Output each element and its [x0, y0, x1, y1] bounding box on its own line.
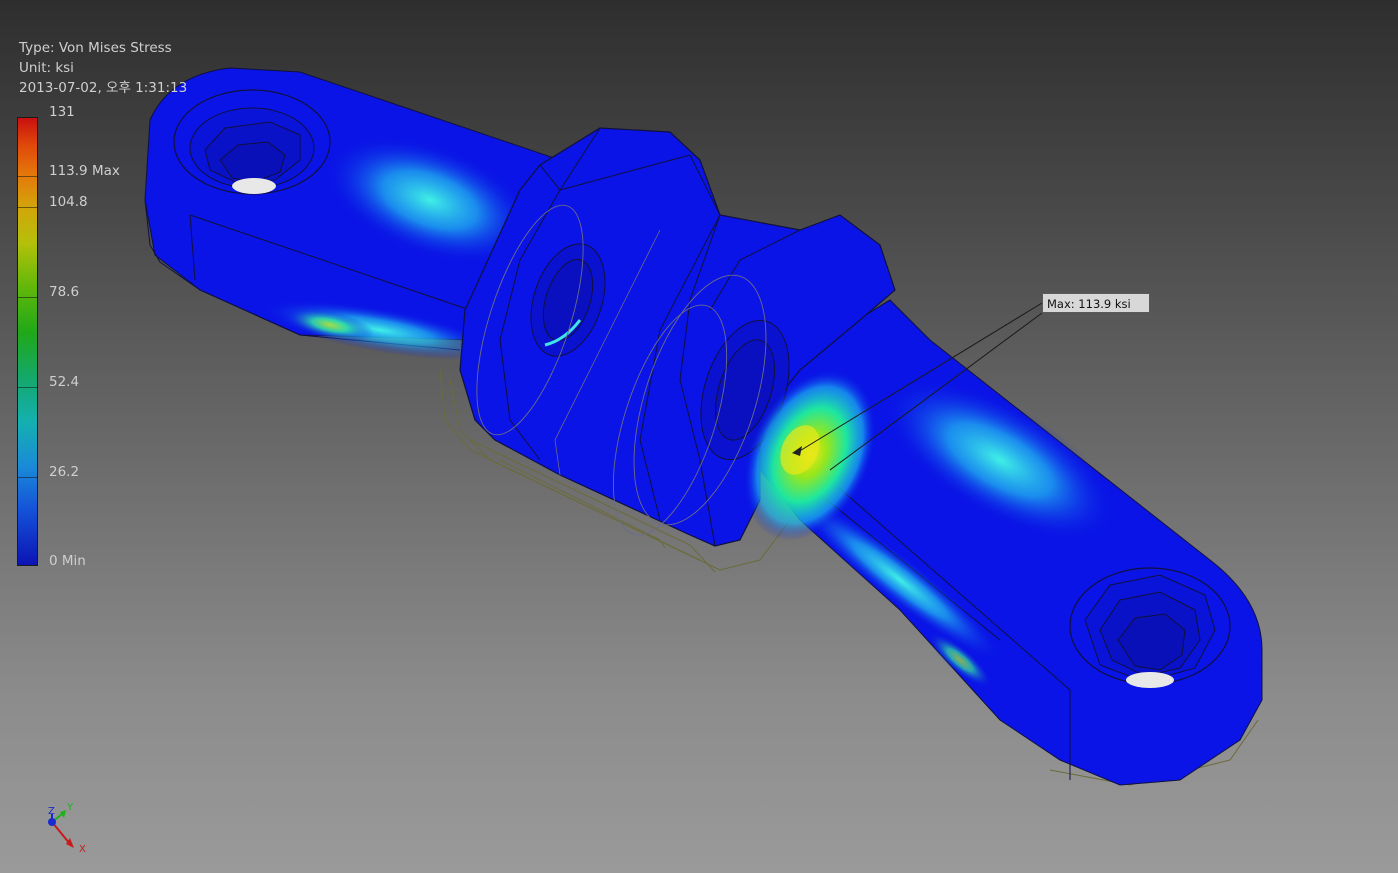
- stress-color-legend: [17, 117, 38, 566]
- result-date-label: 2013-07-02, 오후 1:31:13: [19, 80, 188, 96]
- legend-label: 52.4: [49, 374, 80, 390]
- x-axis-label: X: [79, 844, 86, 855]
- max-stress-callout[interactable]: Max: 113.9 ksi: [1042, 293, 1150, 313]
- legend-tick: [17, 297, 38, 298]
- legend-tick: [17, 387, 38, 388]
- y-axis-label: Y: [67, 802, 74, 813]
- 3d-viewport[interactable]: Type: Von Mises Stress Unit: ksi 2013-07…: [0, 0, 1398, 873]
- legend-tick-max: [17, 176, 38, 177]
- stress-model[interactable]: [0, 0, 1398, 873]
- legend-label: 78.6: [49, 284, 80, 300]
- legend-label: 104.8: [49, 194, 88, 210]
- legend-label-top: 131: [49, 104, 75, 120]
- left-bolt-hole: [173, 89, 331, 195]
- z-axis-label: Z: [48, 806, 55, 817]
- legend-tick: [17, 207, 38, 208]
- legend-label-min: 0 Min: [49, 553, 86, 569]
- result-unit-label: Unit: ksi: [19, 60, 74, 76]
- legend-label: 26.2: [49, 464, 80, 480]
- result-type-label: Type: Von Mises Stress: [19, 40, 172, 56]
- legend-tick: [17, 477, 38, 478]
- view-triad[interactable]: X Y Z: [40, 800, 100, 860]
- result-info: Type: Von Mises Stress Unit: ksi 2013-07…: [19, 38, 187, 98]
- legend-label-max: 113.9 Max: [49, 163, 120, 179]
